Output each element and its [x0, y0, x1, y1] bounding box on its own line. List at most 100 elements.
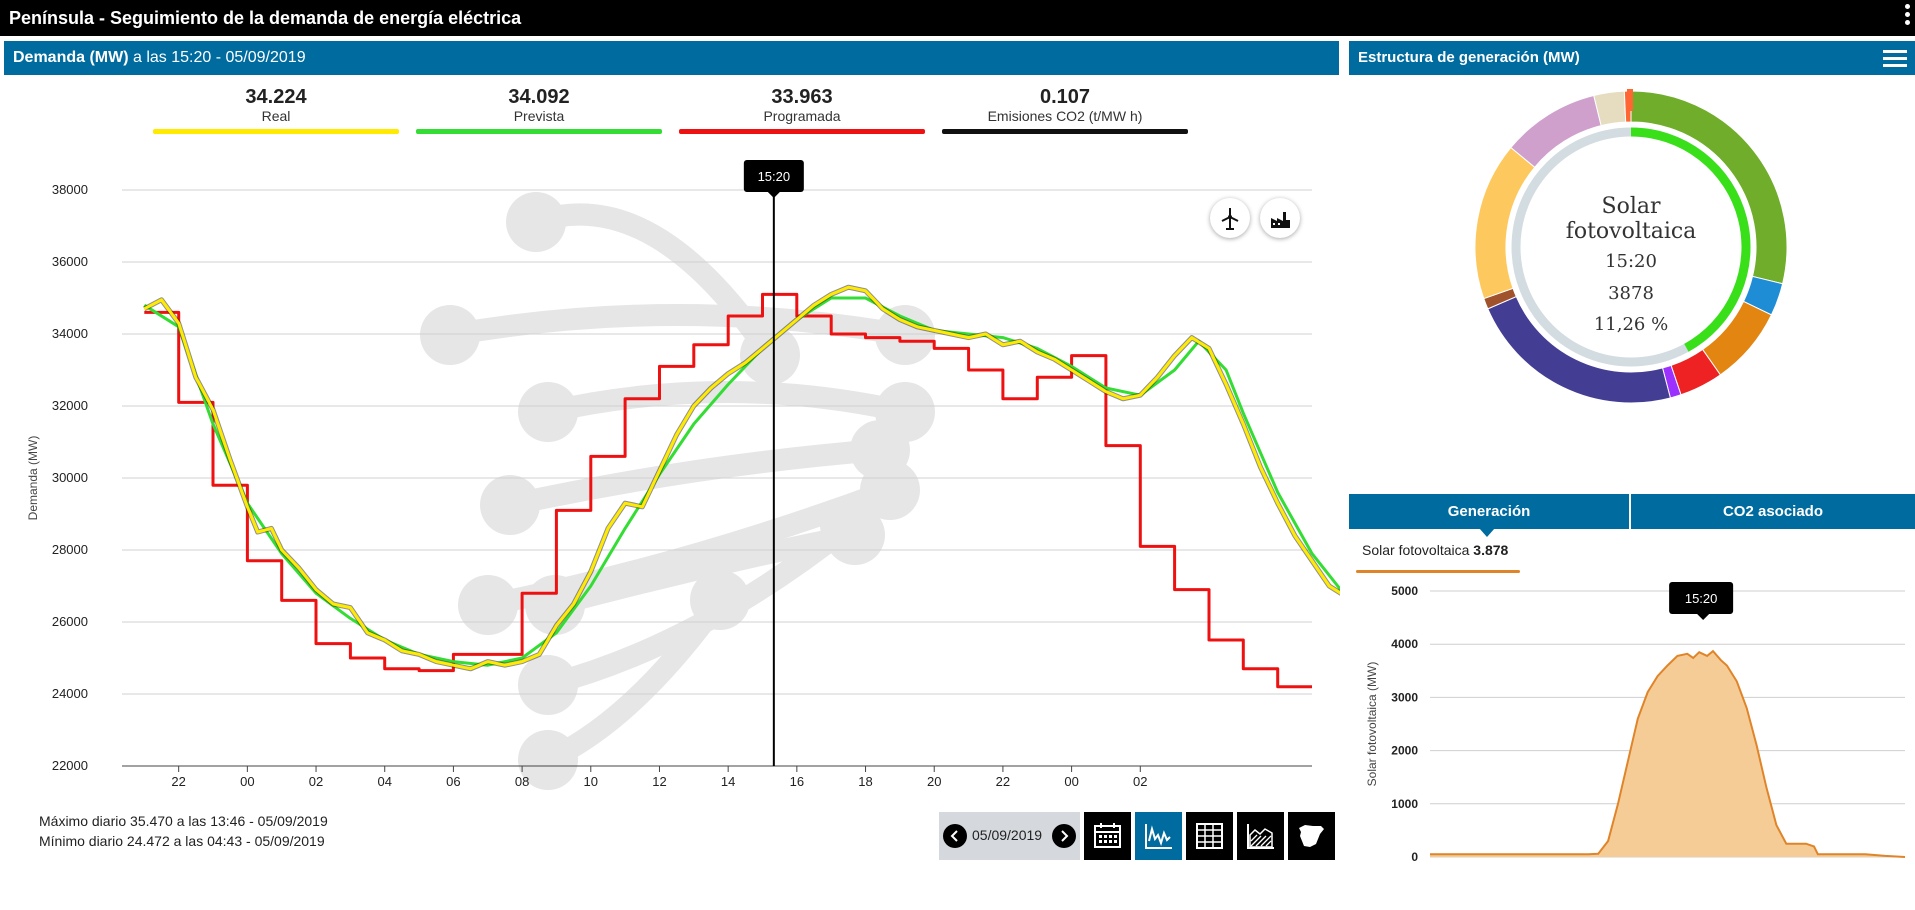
app-title: Península - Seguimiento de la demanda de… [9, 8, 522, 28]
x-tick-label: 12 [652, 774, 666, 789]
kpi-value: 33.963 [771, 86, 833, 108]
donut-selection-marker [1627, 81, 1633, 111]
generation-tabs: Generación CO2 asociado [1349, 494, 1915, 537]
calendar-icon [1094, 823, 1121, 848]
tab-generacion[interactable]: Generación [1349, 494, 1629, 529]
x-tick-label: 02 [1133, 774, 1147, 789]
tab-co2-asociado[interactable]: CO2 asociado [1631, 494, 1915, 529]
more-options-icon[interactable] [1905, 4, 1911, 28]
kpi-color-bar [416, 129, 662, 134]
watermark-stroke [537, 381, 916, 423]
cursor-label: 15:20 [1685, 591, 1718, 606]
y-tick-label: 34000 [52, 326, 88, 341]
y-tick-label: 0 [1411, 850, 1418, 864]
x-tick-label: 18 [858, 774, 872, 789]
kpi-prevista[interactable]: 34.092 Prevista [416, 86, 662, 134]
kpi-label: Emisiones CO2 (t/MW h) [987, 108, 1143, 124]
kpi-color-bar [942, 129, 1188, 134]
solar-area-fill [1430, 651, 1905, 857]
y-tick-label: 4000 [1391, 637, 1418, 651]
kpi-value: 34.224 [245, 86, 307, 108]
y-tick-label: 22000 [52, 758, 88, 773]
generation-panel-header: Estructura de generación (MW) [1349, 41, 1915, 75]
generation-icon [1247, 824, 1274, 849]
watermark-dot [458, 575, 518, 635]
x-tick-label: 10 [584, 774, 598, 789]
x-tick-label: 02 [309, 774, 323, 789]
demand-panel-header: Demanda (MW) a las 15:20 - 05/09/2019 [4, 41, 1339, 75]
chevron-left-icon [950, 830, 958, 842]
y-tick-label: 30000 [52, 470, 88, 485]
kpi-real[interactable]: 34.224 Real [153, 86, 399, 134]
spain-map-button[interactable] [1288, 812, 1335, 860]
table-button[interactable] [1186, 812, 1233, 860]
center-value: 3878 [1608, 283, 1654, 304]
watermark-dot [518, 382, 578, 442]
watermark-dot [480, 475, 540, 535]
x-tick-label: 16 [790, 774, 804, 789]
donut-slices[interactable] [1474, 81, 1788, 404]
x-tick-label: 22 [171, 774, 185, 789]
watermark-dot [518, 655, 578, 715]
demand-timestamp: a las 15:20 - 05/09/2019 [128, 49, 306, 66]
kpi-color-bar [153, 129, 399, 134]
date-label[interactable]: 05/09/2019 [972, 827, 1042, 843]
active-tab-pointer [1479, 528, 1495, 537]
time-cursor: 15:20 [1669, 582, 1734, 620]
y-axis-title: Solar fotovoltaica (MW) [1365, 662, 1379, 787]
x-tick-label: 20 [927, 774, 941, 789]
x-tick-label: 00 [1064, 774, 1078, 789]
x-tick-label: 08 [515, 774, 529, 789]
demand-title: Demanda (MW) [13, 49, 129, 66]
daily-min: Mínimo diario 24.472 a las 04:43 - 05/09… [39, 833, 325, 849]
y-tick-label: 32000 [52, 398, 88, 413]
center-label-line2: fotovoltaica [1566, 219, 1697, 244]
center-time: 15:20 [1605, 251, 1657, 272]
kpi-label: Prevista [513, 108, 565, 124]
x-tick-label: 00 [240, 774, 254, 789]
x-tick-label: 22 [996, 774, 1010, 789]
y-tick-label: 1000 [1391, 797, 1418, 811]
generation-title: Estructura de generación (MW) [1358, 49, 1580, 66]
calendar-button[interactable] [1084, 812, 1131, 860]
cursor-label-pointer [1697, 614, 1710, 620]
x-tick-label: 06 [446, 774, 460, 789]
y-tick-label: 3000 [1391, 690, 1418, 704]
date-navigator: 05/09/2019 [939, 812, 1080, 860]
generation-button[interactable] [1237, 812, 1284, 860]
factory-icon[interactable] [1260, 198, 1300, 238]
daily-stats: Máximo diario 35.470 a las 13:46 - 05/09… [39, 811, 328, 851]
top-bar: Península - Seguimiento de la demanda de… [0, 0, 1915, 36]
prev-day-button[interactable] [943, 824, 967, 848]
y-axis-title: Demanda (MW) [26, 436, 40, 521]
demand-chart-icon [1145, 824, 1172, 849]
table-icon [1196, 823, 1223, 849]
kpi-value: 34.092 [508, 86, 570, 108]
selected-series-name: Solar fotovoltaica [1362, 542, 1474, 558]
generation-donut[interactable]: Solar fotovoltaica 15:20 3878 11,26 % [1473, 81, 1789, 420]
watermark-dot [506, 192, 566, 252]
kpi-label: Real [261, 108, 291, 124]
selected-series-value: 3.878 [1473, 542, 1509, 558]
y-tick-label: 24000 [52, 686, 88, 701]
cursor-label: 15:20 [758, 169, 791, 184]
kpi-value: 0.107 [1039, 86, 1091, 108]
kpi-emisiones[interactable]: 0.107 Emisiones CO2 (t/MW h) [942, 86, 1188, 134]
solar-area-chart[interactable]: 0 1000 2000 3000 4000 5000 Solar fotovoltaica … [1360, 560, 1915, 880]
kpi-programada[interactable]: 33.963 Programada [679, 86, 925, 134]
watermark-stroke [439, 304, 916, 346]
watermark-dot [420, 305, 480, 365]
demand-chart-button[interactable] [1135, 812, 1182, 860]
spain-map-icon [1299, 825, 1324, 847]
next-day-button[interactable] [1052, 824, 1076, 848]
y-tick-label: 36000 [52, 254, 88, 269]
y-tick-label: 38000 [52, 182, 88, 197]
wind-turbine-icon[interactable] [1210, 198, 1250, 238]
daily-max: Máximo diario 35.470 a las 13:46 - 05/09… [39, 813, 328, 829]
y-tick-label: 5000 [1391, 584, 1418, 598]
y-tick-label: 26000 [52, 614, 88, 629]
kpi-color-bar [679, 129, 925, 134]
cursor-label-pointer [767, 192, 780, 198]
demand-chart[interactable]: 22000 24000 26000 28000 30000 32000 34000 36000… [0, 160, 1340, 800]
list-menu-icon[interactable] [1883, 50, 1907, 71]
